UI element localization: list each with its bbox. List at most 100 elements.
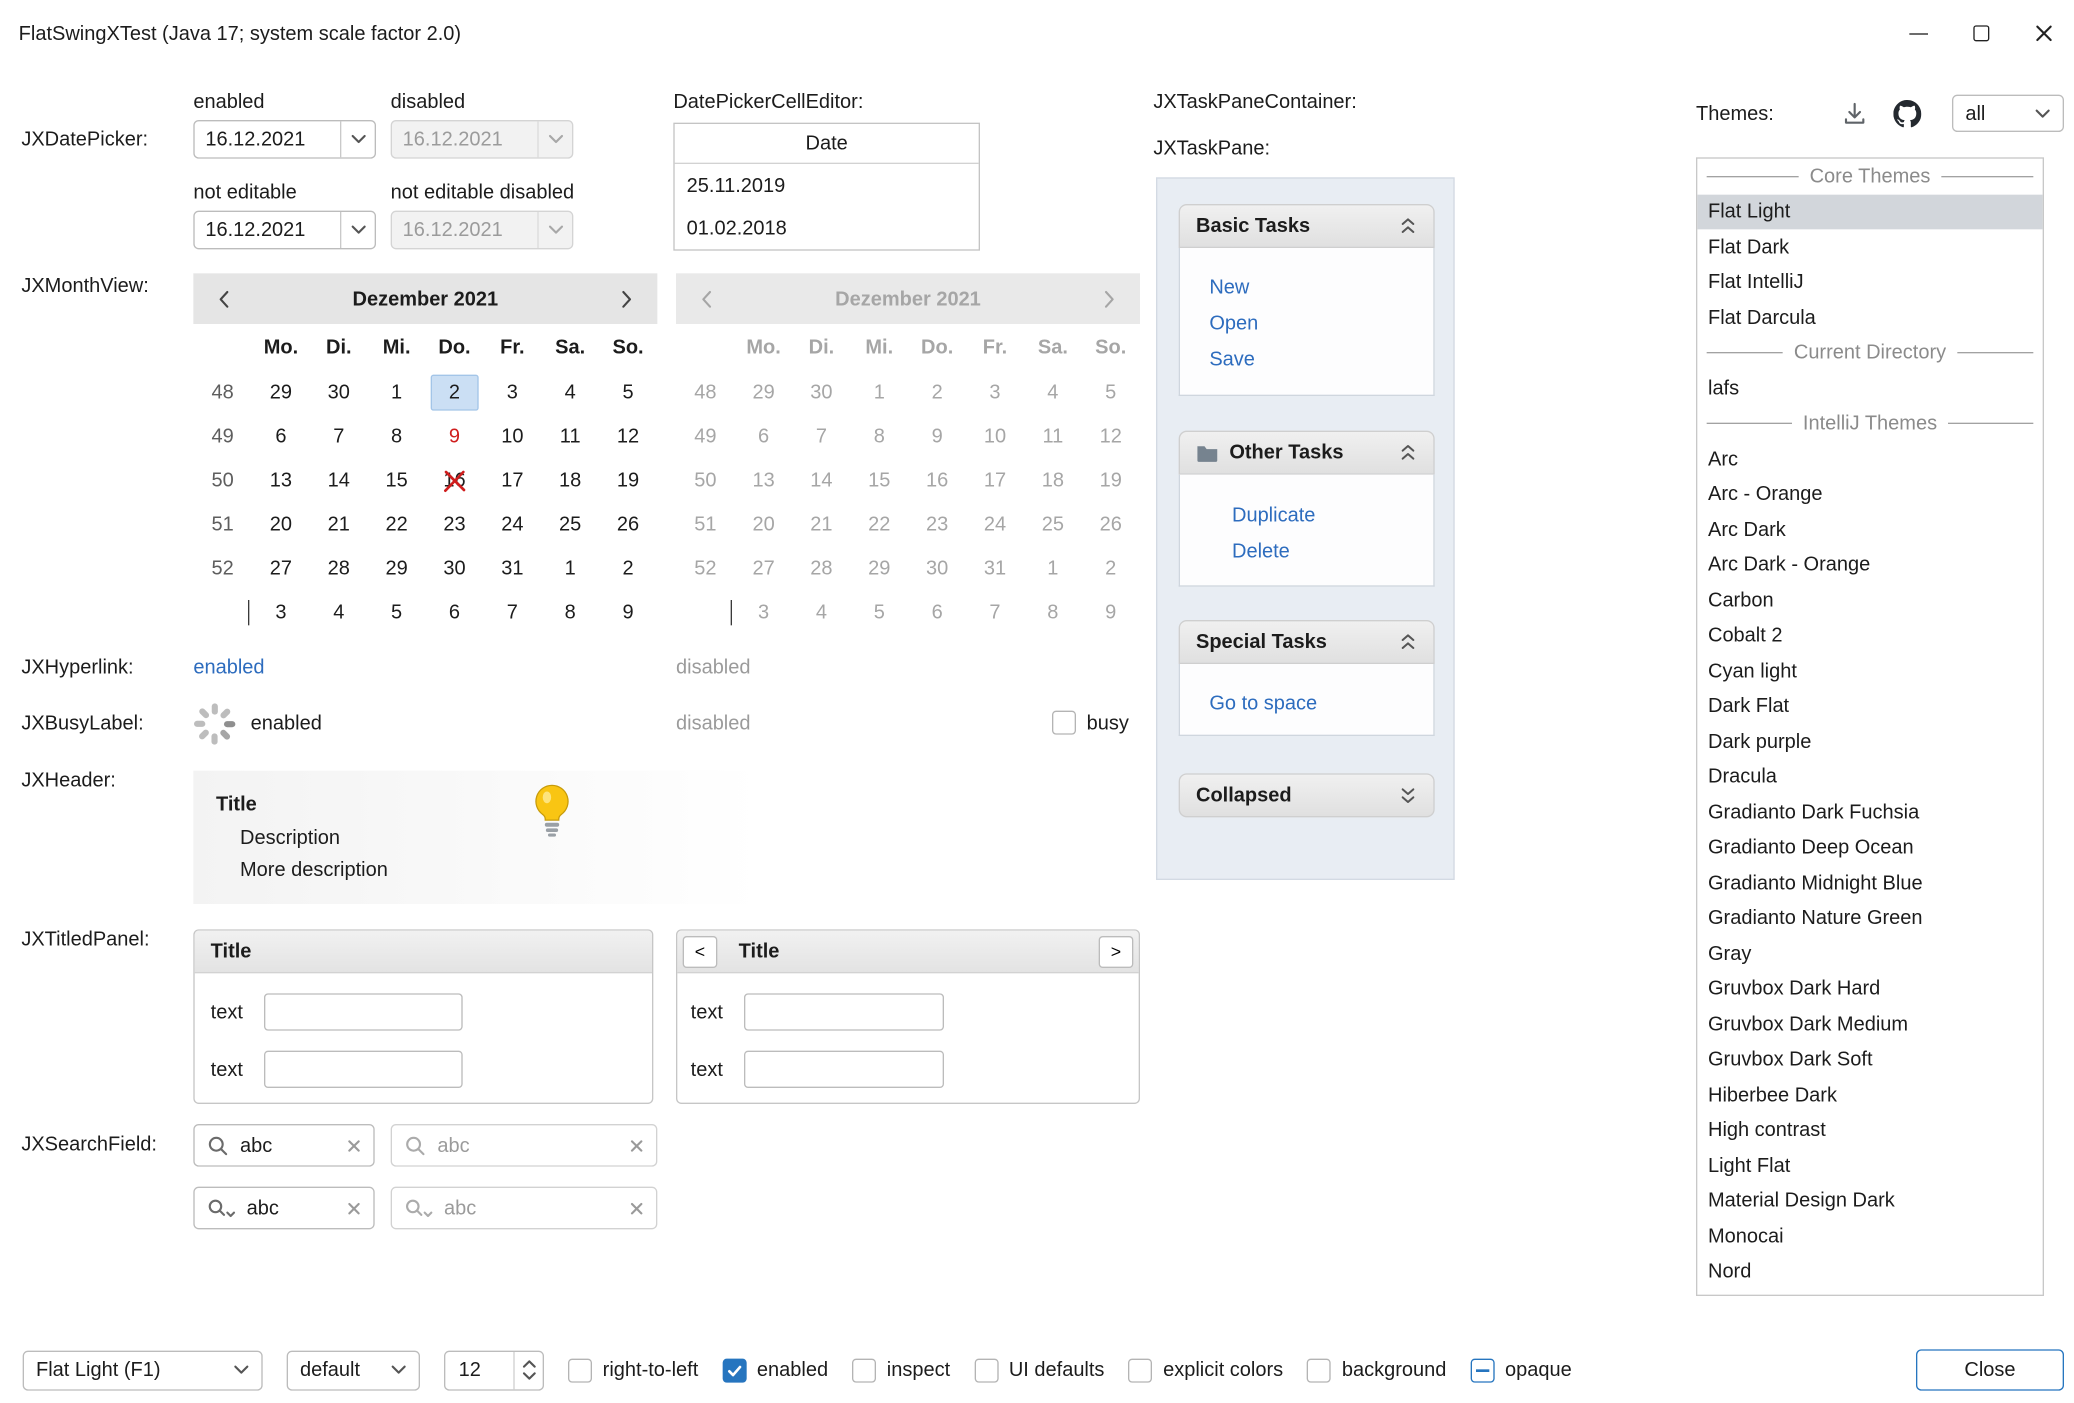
download-themes-button[interactable] [1839,97,1871,129]
day-cell[interactable]: 15 [368,459,426,503]
next-month-button[interactable] [609,281,644,316]
theme-item[interactable]: Light Flat [1697,1148,2042,1183]
datepicker-dropdown-button[interactable] [340,212,375,248]
checkbox-box[interactable] [1128,1358,1152,1382]
taskpane-link[interactable]: Save [1209,341,1433,377]
day-cell[interactable]: 6 [426,591,484,635]
day-cell[interactable]: 4 [541,371,599,415]
day-cell[interactable]: 7 [310,415,368,459]
monthview-enabled[interactable]: Dezember 2021 Mo.Di.Mi.Do.Fr.Sa.So.48293… [193,273,657,634]
text-input[interactable] [264,993,463,1030]
search-menu-icon[interactable] [207,1197,236,1220]
taskpane-link[interactable]: Delete [1232,533,1433,569]
theme-item[interactable]: Arc [1697,441,2042,476]
day-cell[interactable]: 26 [599,503,657,547]
day-cell[interactable]: 3 [483,371,541,415]
text-input[interactable] [744,1051,944,1088]
day-cell[interactable]: 4 [310,591,368,635]
theme-item[interactable]: Dracula [1697,759,2042,794]
day-cell[interactable]: 10 [483,415,541,459]
day-cell[interactable]: 28 [310,547,368,591]
checkbox-ui-defaults[interactable]: UI defaults [974,1358,1104,1382]
day-cell[interactable]: 22 [368,503,426,547]
theme-item[interactable]: Arc - Orange [1697,477,2042,512]
collapse-chevrons-icon[interactable] [1399,216,1418,236]
checkbox-box[interactable] [974,1358,998,1382]
taskpane-title-bar[interactable]: Special Tasks [1179,620,1435,664]
taskpane-title-bar[interactable]: Collapsed [1179,773,1435,817]
day-cell[interactable]: 5 [368,591,426,635]
checkbox-box[interactable] [568,1358,592,1382]
day-cell[interactable]: 12 [599,415,657,459]
theme-item[interactable]: Nord [1697,1254,2042,1289]
text-input[interactable] [264,1051,463,1088]
checkbox-box[interactable] [722,1358,746,1382]
day-cell[interactable]: 30 [426,547,484,591]
datepicker-value[interactable]: 16.12.2021 [195,128,340,151]
theme-item[interactable]: Gradianto Midnight Blue [1697,865,2042,900]
prev-month-button[interactable] [207,281,242,316]
text-input[interactable] [744,993,944,1030]
github-button[interactable] [1891,97,1923,129]
laf-combo[interactable]: Flat Light (F1) [23,1350,263,1390]
day-cell[interactable]: 14 [310,459,368,503]
maximize-button[interactable] [1949,0,2012,67]
titledpanel-prev-button[interactable]: < [683,935,718,967]
taskpane-title-bar[interactable]: Basic Tasks [1179,204,1435,248]
day-cell[interactable]: 18 [541,459,599,503]
day-cell[interactable]: 25 [541,503,599,547]
day-cell[interactable]: 16 [426,459,484,503]
day-cell[interactable]: 2 [426,371,484,415]
datepicker-enabled[interactable]: 16.12.2021 [193,120,376,159]
theme-item[interactable]: Flat Light [1697,194,2042,229]
checkbox-box[interactable] [852,1358,876,1382]
collapse-chevrons-icon[interactable] [1399,632,1418,652]
theme-item[interactable]: Arc Dark - Orange [1697,547,2042,582]
close-button[interactable]: Close [1916,1349,2064,1390]
theme-item[interactable]: Material Design Dark [1697,1183,2042,1218]
theme-item[interactable]: Gradianto Deep Ocean [1697,830,2042,865]
theme-item[interactable]: Carbon [1697,583,2042,618]
checkbox-explicit-colors[interactable]: explicit colors [1128,1358,1283,1382]
busy-checkbox[interactable]: busy [1052,711,1129,735]
taskpane-title-bar[interactable]: Other Tasks [1179,431,1435,475]
day-cell[interactable]: 1 [368,371,426,415]
theme-item[interactable]: Gruvbox Dark Soft [1697,1042,2042,1077]
day-cell[interactable]: 20 [252,503,310,547]
datepicker-noteditable[interactable]: 16.12.2021 [193,211,376,250]
day-cell[interactable]: 29 [368,547,426,591]
theme-item[interactable]: Arc Dark [1697,512,2042,547]
checkbox-box[interactable] [1307,1358,1331,1382]
day-cell[interactable]: 19 [599,459,657,503]
day-cell[interactable]: 21 [310,503,368,547]
day-cell[interactable]: 7 [483,591,541,635]
taskpane-link[interactable]: Open [1209,305,1433,341]
font-combo[interactable]: default [287,1350,420,1390]
taskpane-link[interactable]: Go to space [1209,685,1433,721]
theme-item[interactable]: Gray [1697,936,2042,971]
theme-item[interactable]: Monocai [1697,1219,2042,1254]
titledpanel-next-button[interactable]: > [1099,935,1134,967]
theme-item[interactable]: Flat Darcula [1697,300,2042,335]
searchfield-enabled[interactable]: abc [193,1124,374,1167]
checkbox-background[interactable]: background [1307,1358,1446,1382]
hyperlink-enabled[interactable]: enabled [193,656,264,679]
day-cell[interactable]: 27 [252,547,310,591]
theme-item[interactable]: Hiberbee Dark [1697,1077,2042,1112]
datepicker-dropdown-button[interactable] [340,121,375,157]
clear-icon[interactable] [347,1138,362,1153]
day-cell[interactable]: 8 [541,591,599,635]
checkbox-box[interactable] [1470,1358,1494,1382]
theme-item[interactable]: Gruvbox Dark Hard [1697,971,2042,1006]
table-row[interactable]: 01.02.2018 [675,207,979,250]
minimize-button[interactable] [1887,0,1950,67]
day-cell[interactable]: 9 [426,415,484,459]
theme-item[interactable]: Dark Flat [1697,689,2042,724]
day-cell[interactable]: 11 [541,415,599,459]
searchfield-value[interactable]: abc [240,1134,336,1157]
day-cell[interactable]: 29 [252,371,310,415]
spinner-buttons[interactable] [513,1351,542,1388]
day-cell[interactable]: 13 [252,459,310,503]
taskpane-link[interactable]: Duplicate [1232,497,1433,533]
close-window-button[interactable] [2012,0,2074,67]
